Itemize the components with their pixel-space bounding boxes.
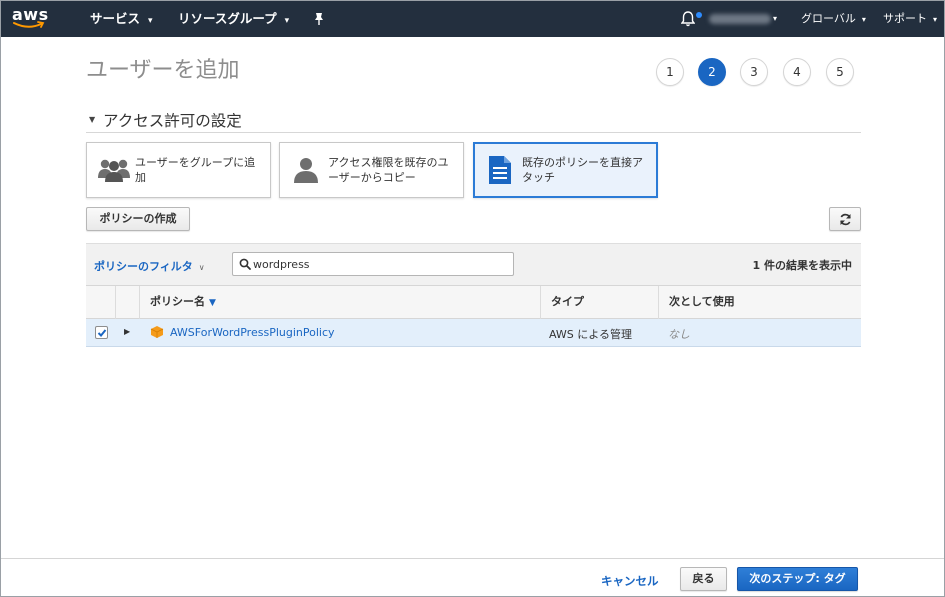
chevron-down-icon: ▾ — [773, 14, 778, 23]
option-label: ユーザーをグループに追加 — [135, 156, 256, 184]
aws-logo[interactable]: aws — [12, 5, 48, 33]
support-menu[interactable]: サポート ▾ — [883, 1, 937, 37]
region-menu-label: グローバル — [801, 12, 856, 25]
managed-policy-icon — [150, 326, 164, 338]
create-policy-button[interactable]: ポリシーの作成 — [86, 207, 190, 231]
chevron-down-icon: ▾ — [933, 15, 938, 24]
permissions-section-header[interactable]: ▼ アクセス許可の設定 — [86, 109, 861, 133]
services-menu-label: サービス — [90, 11, 141, 26]
option-add-to-group[interactable]: ユーザーをグループに追加 — [86, 142, 271, 198]
table-row[interactable]: ▶ AWSForWordPressPluginPolicy AWS による管理 … — [86, 319, 861, 347]
row-checkbox-checked[interactable] — [95, 326, 108, 339]
wizard-footer: キャンセル 戻る 次のステップ: タグ — [1, 558, 944, 596]
option-attach-policy-selected[interactable]: 既存のポリシーを直接アタッチ — [473, 142, 658, 198]
cancel-link[interactable]: キャンセル — [601, 573, 659, 589]
policy-type: AWS による管理 — [549, 328, 632, 341]
region-menu[interactable]: グローバル ▾ — [801, 1, 866, 37]
resource-groups-menu[interactable]: リソースグループ ▾ — [178, 1, 289, 37]
back-button[interactable]: 戻る — [680, 567, 727, 591]
column-label: 次として使用 — [669, 295, 735, 308]
chevron-down-icon: ▾ — [861, 15, 866, 24]
notification-badge — [696, 12, 702, 18]
checkmark-icon — [97, 329, 107, 337]
used-as-column-header[interactable]: 次として使用 — [658, 286, 861, 319]
table-header: ポリシー名 ▼ タイプ 次として使用 — [86, 286, 861, 319]
bell-icon[interactable] — [681, 11, 695, 27]
step-1[interactable]: 1 — [656, 58, 684, 86]
account-menu-caret[interactable]: ▾ — [773, 1, 777, 37]
console-window: aws サービス ▾ リソースグループ ▾ ▾ グローバル ▾ サポート ▾ ユ… — [0, 0, 945, 597]
expand-row-icon[interactable]: ▶ — [124, 327, 130, 336]
type-column-header[interactable]: タイプ — [540, 286, 658, 319]
collapse-caret-icon: ▼ — [89, 115, 96, 124]
policy-name-link[interactable]: AWSForWordPressPluginPolicy — [170, 326, 335, 339]
policy-used-as: なし — [668, 328, 690, 341]
expand-column-header — [115, 286, 139, 319]
chevron-down-icon: ▾ — [148, 16, 153, 26]
page-title: ユーザーを追加 — [86, 58, 240, 83]
pin-icon[interactable] — [313, 12, 325, 26]
step-3[interactable]: 3 — [740, 58, 768, 86]
user-icon — [294, 158, 318, 183]
column-label: タイプ — [551, 295, 584, 308]
chevron-down-icon: ∨ — [198, 263, 205, 272]
account-name-redacted[interactable] — [709, 14, 771, 24]
search-icon — [239, 258, 251, 270]
step-2-current[interactable]: 2 — [698, 58, 726, 86]
policy-filter-bar: ポリシーのフィルタ ∨ 1 件の結果を表示中 — [86, 243, 861, 286]
select-column-header — [86, 286, 115, 319]
step-5[interactable]: 5 — [826, 58, 854, 86]
aws-smile-icon — [13, 21, 45, 28]
result-count: 1 件の結果を表示中 — [752, 259, 852, 272]
column-label: ポリシー名 — [150, 295, 205, 308]
search-input[interactable] — [253, 255, 508, 273]
refresh-button[interactable] — [829, 207, 861, 231]
step-4[interactable]: 4 — [783, 58, 811, 86]
resource-groups-menu-label: リソースグループ — [178, 11, 277, 26]
support-menu-label: サポート — [883, 12, 927, 25]
top-nav-bar: aws サービス ▾ リソースグループ ▾ ▾ グローバル ▾ サポート ▾ — [1, 1, 944, 37]
option-label: 既存のポリシーを直接アタッチ — [522, 156, 643, 184]
sort-desc-icon: ▼ — [209, 298, 216, 308]
name-column-header[interactable]: ポリシー名 ▼ — [139, 286, 540, 319]
option-copy-from-user[interactable]: アクセス権限を既存のユーザーからコピー — [279, 142, 464, 198]
chevron-down-icon: ▾ — [284, 16, 290, 26]
option-label: アクセス権限を既存のユーザーからコピー — [328, 156, 449, 184]
filter-label: ポリシーのフィルタ — [94, 260, 193, 273]
services-menu[interactable]: サービス ▾ — [90, 1, 153, 37]
search-box[interactable] — [232, 252, 514, 276]
document-icon — [489, 156, 511, 184]
policy-filter-dropdown[interactable]: ポリシーのフィルタ ∨ — [94, 258, 205, 274]
group-icon — [98, 159, 130, 182]
next-step-button[interactable]: 次のステップ: タグ — [737, 567, 858, 591]
section-title: アクセス許可の設定 — [103, 112, 242, 130]
refresh-icon — [840, 213, 851, 226]
